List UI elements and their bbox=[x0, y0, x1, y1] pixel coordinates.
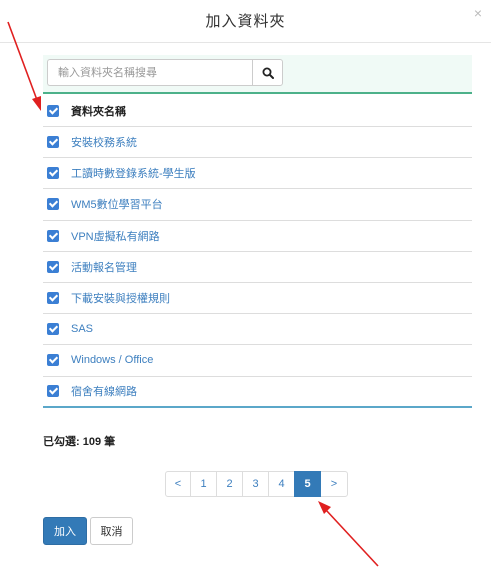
select-all-checkbox[interactable] bbox=[47, 105, 59, 117]
page-2-button[interactable]: 2 bbox=[216, 471, 243, 497]
table-row: 宿舍有線網路 bbox=[43, 377, 472, 408]
table-row: 下載安裝與授權規則 bbox=[43, 283, 472, 315]
row-checkbox[interactable] bbox=[47, 198, 59, 211]
selected-count: 已勾選: 109 筆 bbox=[43, 436, 116, 448]
folder-link[interactable]: VPN虛擬私有網路 bbox=[71, 228, 160, 244]
table-row: Windows / Office bbox=[43, 345, 472, 377]
table-header-row: 資料夾名稱 bbox=[43, 96, 472, 127]
page-5-button[interactable]: 5 bbox=[294, 471, 321, 497]
pagination: < 1 2 3 4 5 > bbox=[165, 471, 348, 497]
row-checkbox[interactable] bbox=[47, 167, 59, 180]
search-input[interactable] bbox=[47, 59, 252, 86]
folder-link[interactable]: 下載安裝與授權規則 bbox=[71, 290, 170, 306]
page-4-button[interactable]: 4 bbox=[268, 471, 295, 497]
row-checkbox[interactable] bbox=[47, 323, 59, 336]
table-row: 安裝校務系統 bbox=[43, 127, 472, 159]
row-checkbox[interactable] bbox=[47, 354, 59, 367]
folder-link[interactable]: WM5數位學習平台 bbox=[71, 196, 163, 212]
page-1-button[interactable]: 1 bbox=[190, 471, 217, 497]
column-header-folder-name: 資料夾名稱 bbox=[71, 106, 126, 118]
search-bar bbox=[43, 55, 472, 94]
dialog-header: 加入資料夾 × bbox=[0, 0, 491, 43]
close-icon[interactable]: × bbox=[471, 6, 485, 20]
search-button[interactable] bbox=[252, 59, 283, 86]
search-icon bbox=[262, 67, 274, 79]
table-row: WM5數位學習平台 bbox=[43, 189, 472, 221]
folder-link[interactable]: 工讀時數登錄系統-學生版 bbox=[71, 165, 196, 181]
table-row: SAS bbox=[43, 314, 472, 346]
cancel-button[interactable]: 取消 bbox=[90, 517, 133, 545]
row-checkbox[interactable] bbox=[47, 292, 59, 305]
row-checkbox[interactable] bbox=[47, 136, 59, 149]
table-row: 活動報名管理 bbox=[43, 252, 472, 283]
table-row: 工讀時數登錄系統-學生版 bbox=[43, 158, 472, 190]
row-checkbox[interactable] bbox=[47, 229, 59, 242]
folder-link[interactable]: 安裝校務系統 bbox=[71, 134, 137, 150]
row-checkbox[interactable] bbox=[47, 260, 59, 273]
dialog-title: 加入資料夾 bbox=[205, 13, 286, 30]
folder-link[interactable]: SAS bbox=[71, 323, 93, 335]
table-row: VPN虛擬私有網路 bbox=[43, 221, 472, 252]
folder-link[interactable]: 活動報名管理 bbox=[71, 259, 137, 275]
folder-link[interactable]: Windows / Office bbox=[71, 354, 153, 366]
folder-table: 資料夾名稱 安裝校務系統工讀時數登錄系統-學生版 WM5數位學習平台 VPN虛擬私有… bbox=[43, 96, 472, 408]
folder-link[interactable]: 宿舍有線網路 bbox=[71, 383, 137, 399]
add-button[interactable]: 加入 bbox=[43, 517, 87, 545]
page-3-button[interactable]: 3 bbox=[242, 471, 269, 497]
page-next-button[interactable]: > bbox=[320, 471, 348, 497]
row-checkbox[interactable] bbox=[47, 385, 59, 398]
add-folder-dialog: 加入資料夾 × 資料夾名稱 安裝校務系統工讀時數登錄系統-學生版 WM5數位學習平… bbox=[0, 0, 491, 574]
page-prev-button[interactable]: < bbox=[165, 471, 191, 497]
